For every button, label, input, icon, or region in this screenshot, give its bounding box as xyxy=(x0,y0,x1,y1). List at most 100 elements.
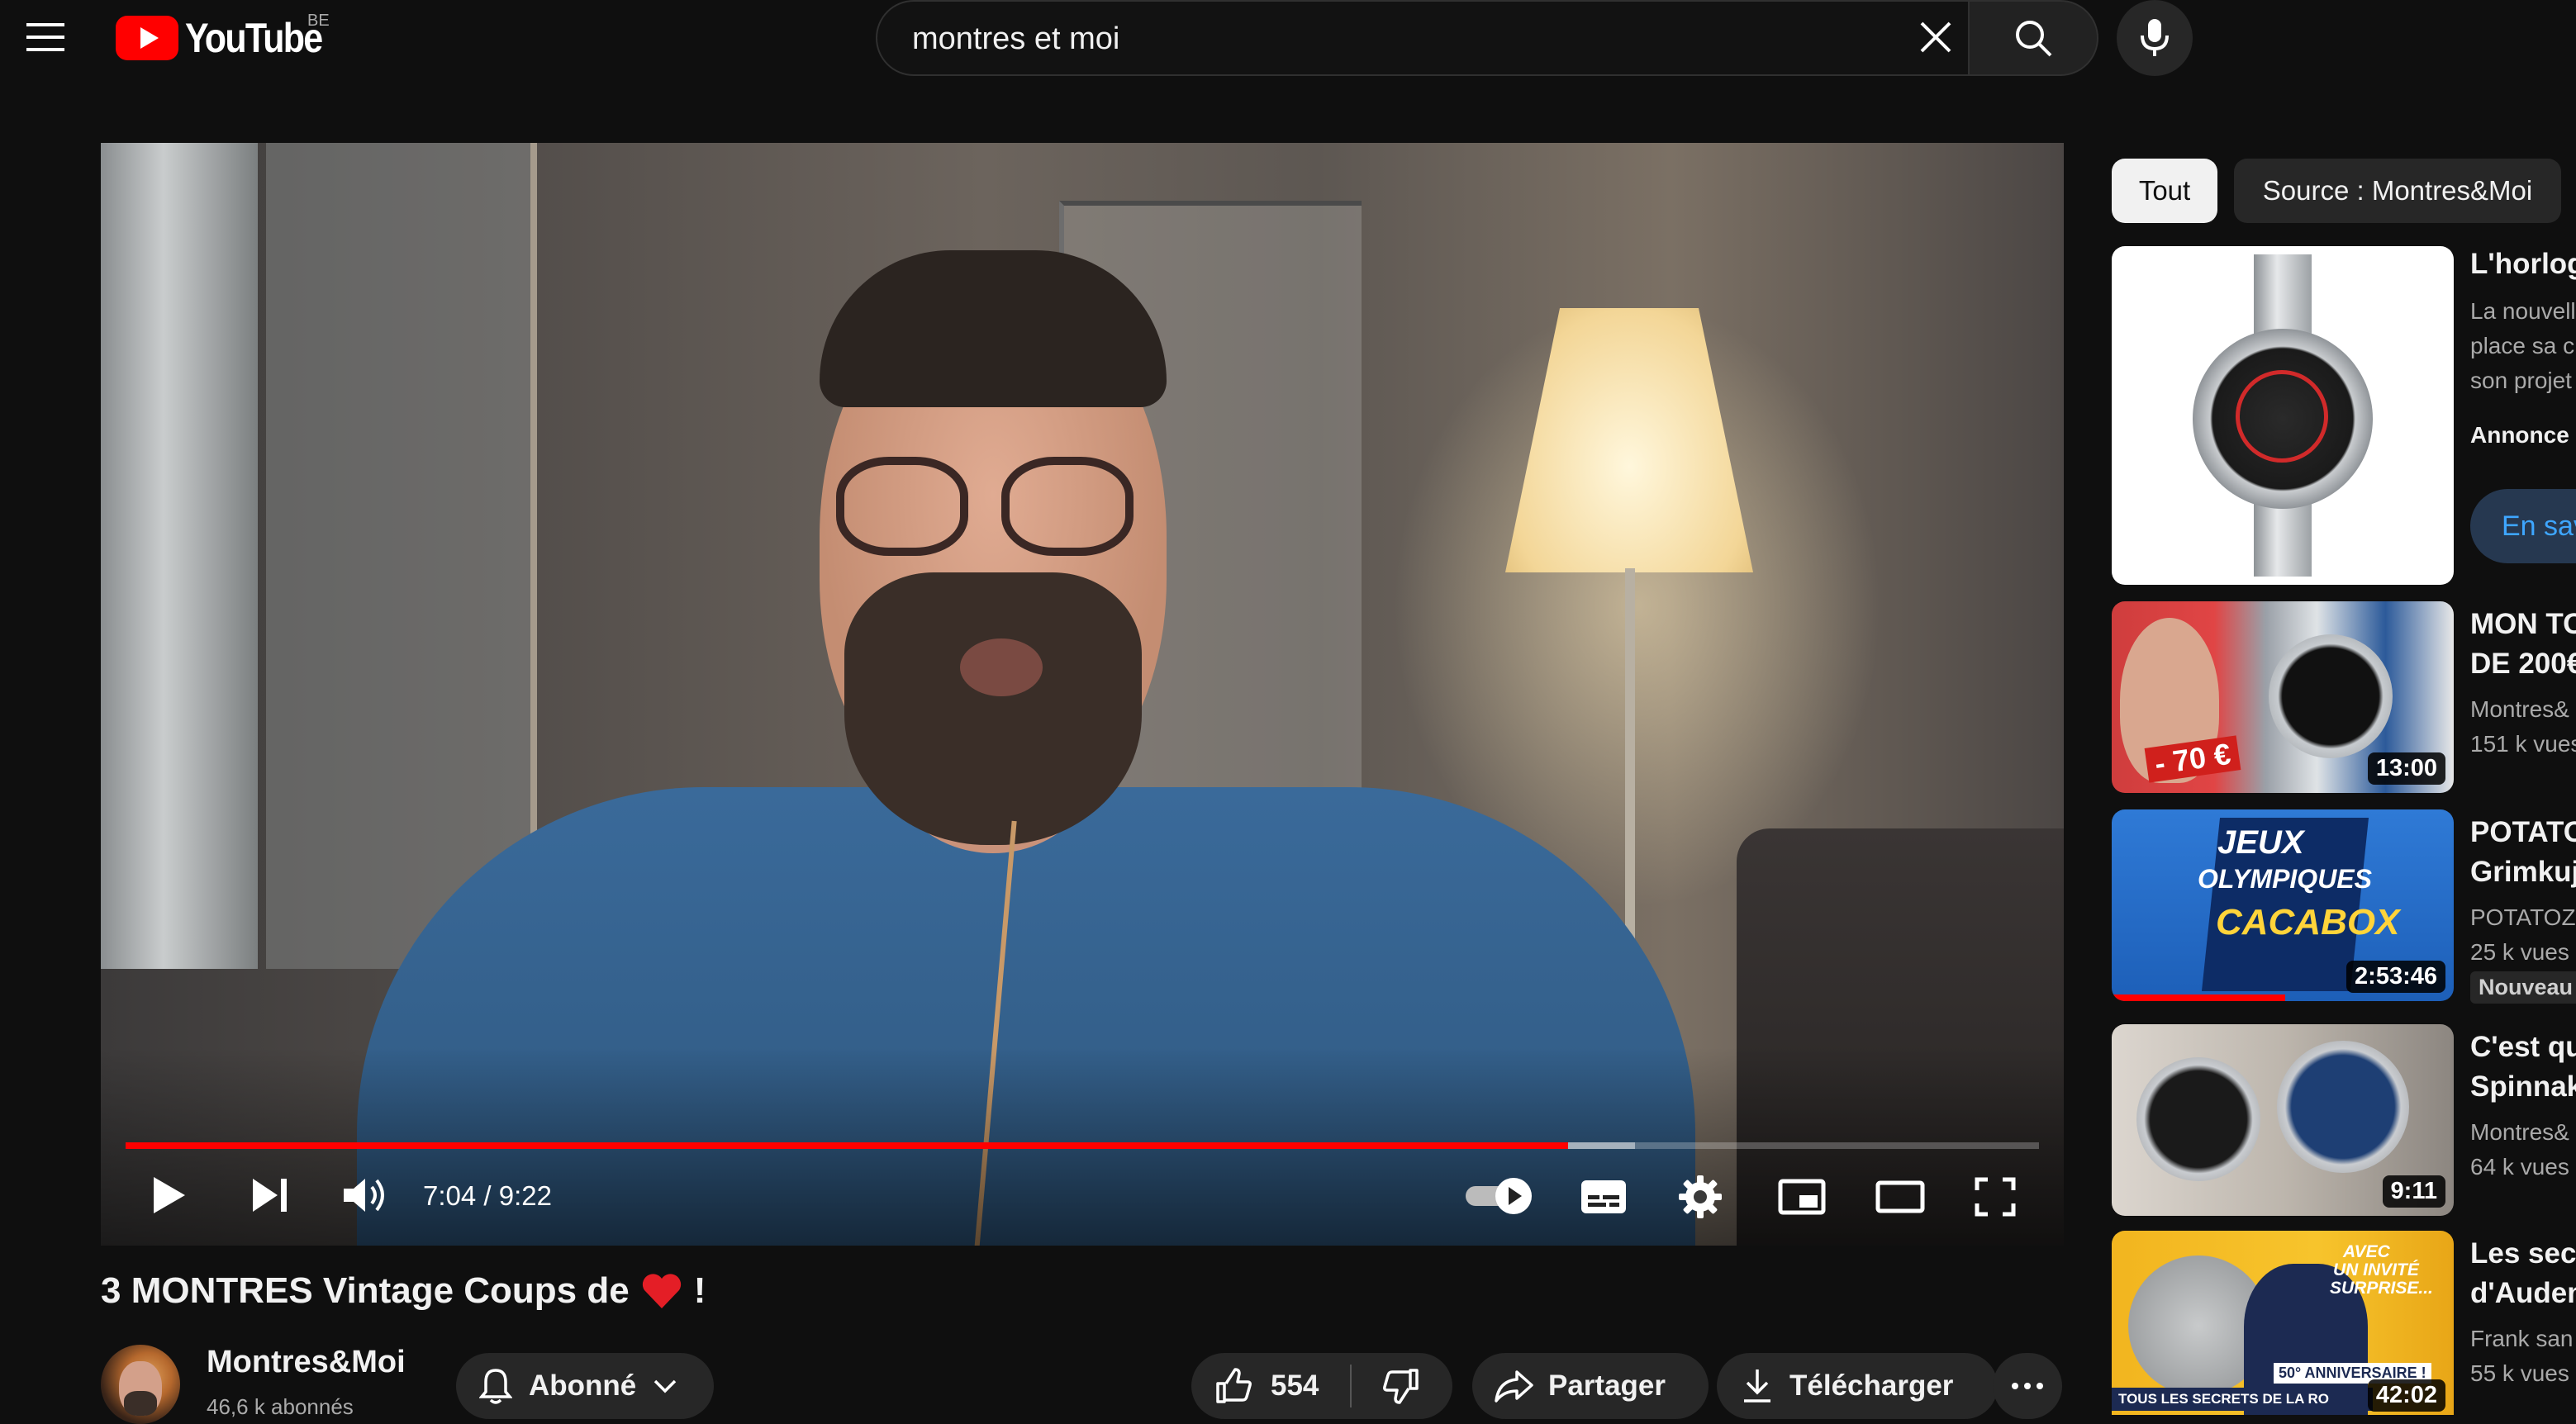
video-title-line-2[interactable]: Spinnake xyxy=(2470,1067,2576,1107)
glasses-right-lens xyxy=(1001,457,1134,556)
thumbs-down-icon xyxy=(1383,1369,1419,1404)
download-button[interactable]: Télécharger xyxy=(1717,1353,1998,1419)
video-channel[interactable]: Frank san xyxy=(2470,1322,2574,1356)
search-input[interactable] xyxy=(910,10,1823,68)
thumb-text-line-2: OLYMPIQUES xyxy=(2198,864,2372,894)
video-views: 64 k vues xyxy=(2470,1154,2569,1180)
channel-avatar[interactable] xyxy=(101,1345,180,1424)
video-channel[interactable]: Montres& xyxy=(2470,1115,2569,1150)
settings-button[interactable] xyxy=(1679,1175,1722,1218)
bell-icon xyxy=(479,1369,512,1404)
video-duration: 13:00 xyxy=(2367,752,2445,785)
miniplayer-button[interactable] xyxy=(1778,1179,1826,1215)
download-label: Télécharger xyxy=(1789,1369,1954,1402)
video-views: 25 k vues xyxy=(2470,939,2569,965)
progress-bar[interactable] xyxy=(126,1142,2039,1149)
search-box xyxy=(876,0,1968,76)
video-thumbnail[interactable]: JEUX OLYMPIQUES CACABOX 2:53:46 xyxy=(2112,809,2454,1001)
share-button[interactable]: Partager xyxy=(1472,1353,1709,1419)
video-title-line-2[interactable]: d'Audem xyxy=(2470,1274,2576,1313)
play-icon xyxy=(154,1177,185,1213)
subscribed-label: Abonné xyxy=(529,1369,637,1402)
like-button[interactable]: 554 xyxy=(1191,1353,1350,1419)
ad-title[interactable]: L'horloge xyxy=(2470,244,2576,284)
search-button[interactable] xyxy=(1968,0,2098,76)
video-player[interactable]: 7:04 / 9:22 xyxy=(101,143,2064,1246)
next-button[interactable] xyxy=(251,1177,289,1213)
video-title-line-2[interactable]: DE 200€ xyxy=(2470,644,2576,684)
autoplay-toggle[interactable] xyxy=(1464,1175,1537,1217)
share-icon xyxy=(1495,1370,1533,1403)
video-thumbnail[interactable]: - 70 € 13:00 xyxy=(2112,601,2454,793)
ad-sponsor-label: Annonce xyxy=(2470,422,2569,448)
presenter-beard xyxy=(844,572,1142,845)
microphone-icon xyxy=(2141,19,2169,56)
fullscreen-icon xyxy=(1975,1177,2016,1217)
fullscreen-button[interactable] xyxy=(1975,1177,2016,1217)
glasses-left-lens xyxy=(836,457,968,556)
ad-thumbnail[interactable] xyxy=(2112,246,2454,585)
video-title-line-1[interactable]: C'est qu xyxy=(2470,1028,2576,1067)
video-thumbnail[interactable]: AVEC UN INVITÉ SURPRISE... 50° ANNIVERSA… xyxy=(2112,1231,2454,1415)
more-actions-button[interactable] xyxy=(1993,1353,2062,1419)
thumb-text-line-3: CACABOX xyxy=(2216,902,2400,942)
theater-mode-button[interactable] xyxy=(1875,1180,1925,1213)
youtube-play-icon xyxy=(116,16,178,60)
thumb-text-line-5: TOUS LES SECRETS DE LA RO xyxy=(2112,1388,2373,1411)
window-curtain xyxy=(101,143,258,969)
thumb-text-line-1: AVEC xyxy=(2343,1242,2390,1261)
video-views: 55 k vues xyxy=(2470,1360,2569,1386)
video-title-line-1[interactable]: POTATO xyxy=(2470,813,2576,852)
play-button[interactable] xyxy=(150,1175,187,1215)
glass-cabinet-left xyxy=(266,143,537,969)
video-duration: 2:53:46 xyxy=(2346,961,2445,993)
download-icon xyxy=(1744,1369,1770,1403)
video-title-line-1[interactable]: Les secr xyxy=(2470,1234,2576,1274)
presenter-mouth xyxy=(960,638,1043,696)
theater-mode-icon xyxy=(1875,1180,1925,1213)
miniplayer-icon xyxy=(1778,1179,1826,1215)
share-label: Partager xyxy=(1548,1369,1666,1402)
red-heart-icon xyxy=(642,1274,681,1308)
ad-learn-more-button[interactable]: En sav xyxy=(2470,489,2576,563)
skip-next-icon xyxy=(253,1179,287,1212)
gear-icon xyxy=(1679,1175,1722,1218)
video-duration: 9:11 xyxy=(2382,1175,2445,1208)
thumb-text-line-2: UN INVITÉ xyxy=(2333,1260,2419,1279)
chip-source-channel[interactable]: Source : Montres&Moi xyxy=(2234,159,2561,223)
voice-search-button[interactable] xyxy=(2117,0,2193,76)
dislike-button[interactable] xyxy=(1352,1353,1451,1419)
video-duration: 42:02 xyxy=(2367,1379,2445,1412)
search-icon xyxy=(2016,21,2052,57)
subscribed-button[interactable]: Abonné xyxy=(456,1353,714,1419)
ad-desc-line-3: son projet xyxy=(2470,368,2572,393)
new-badge: Nouveau xyxy=(2470,971,2576,1004)
like-dislike-group: 554 xyxy=(1191,1353,1452,1419)
video-title-line-1[interactable]: MON TO xyxy=(2470,605,2576,644)
subtitles-icon xyxy=(1581,1180,1626,1213)
more-horizontal-icon xyxy=(2012,1383,2043,1389)
chip-all[interactable]: Tout xyxy=(2112,159,2217,223)
video-channel[interactable]: POTATOZ xyxy=(2470,900,2576,935)
volume-icon xyxy=(344,1179,384,1212)
channel-name[interactable]: Montres&Moi xyxy=(207,1345,406,1380)
like-count: 554 xyxy=(1271,1369,1319,1402)
video-title-line-2[interactable]: Grimkujo xyxy=(2470,852,2576,892)
logo-wordmark: YouTube xyxy=(185,15,323,61)
video-title-text: 3 MONTRES Vintage Coups de xyxy=(101,1270,630,1311)
chevron-down-icon xyxy=(654,1379,677,1393)
video-title: 3 MONTRES Vintage Coups de ! xyxy=(101,1270,706,1312)
video-thumbnail[interactable]: 9:11 xyxy=(2112,1024,2454,1216)
progress-played xyxy=(126,1142,1569,1149)
thumb-text-line-3: SURPRISE... xyxy=(2330,1279,2433,1298)
youtube-logo[interactable]: YouTube BE xyxy=(116,12,344,61)
volume-button[interactable] xyxy=(342,1175,388,1215)
menu-icon[interactable] xyxy=(25,18,66,56)
video-views: 151 k vues xyxy=(2470,731,2576,757)
clear-search-icon[interactable] xyxy=(1915,17,1956,58)
subtitles-button[interactable] xyxy=(1580,1179,1628,1215)
video-title-suffix: ! xyxy=(693,1270,706,1311)
video-channel[interactable]: Montres& xyxy=(2470,692,2569,727)
ad-desc-line-1: La nouvell xyxy=(2470,298,2576,324)
thumb-text-line-1: JEUX xyxy=(2217,824,2304,861)
